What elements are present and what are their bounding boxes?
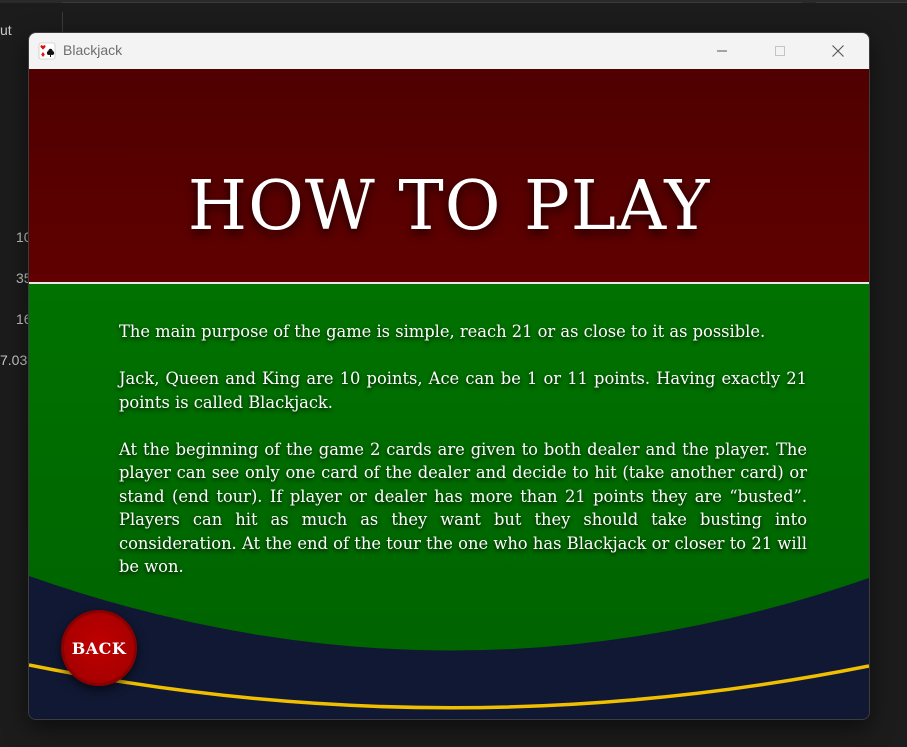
minimize-button[interactable] — [699, 33, 745, 69]
rules-text: The main purpose of the game is simple, … — [119, 320, 807, 602]
rules-paragraph: The main purpose of the game is simple, … — [119, 322, 766, 341]
page-title: HOW TO PLAY — [187, 167, 711, 246]
blackjack-window: Blackjack HOW TO PLAY The main purpose o… — [28, 32, 870, 720]
maximize-button[interactable] — [757, 33, 803, 69]
rules-paragraph: Jack, Queen and King are 10 points, Ace … — [119, 369, 807, 412]
how-to-play-screen: HOW TO PLAY The main purpose of the game… — [29, 69, 869, 719]
maximize-icon — [775, 46, 785, 56]
card-suits-icon — [38, 42, 56, 60]
window-title: Blackjack — [63, 42, 123, 58]
background-divider — [816, 2, 907, 3]
header-banner: HOW TO PLAY — [29, 69, 869, 284]
background-divider — [62, 2, 802, 3]
background-divider — [62, 12, 63, 34]
background-text: ut — [0, 22, 12, 38]
back-button[interactable]: BACK — [61, 610, 137, 686]
rules-paragraph: At the beginning of the game 2 cards are… — [119, 439, 807, 577]
minimize-icon — [717, 50, 727, 52]
title-bar[interactable]: Blackjack — [29, 33, 869, 69]
close-icon — [832, 45, 844, 57]
close-button[interactable] — [815, 33, 861, 69]
